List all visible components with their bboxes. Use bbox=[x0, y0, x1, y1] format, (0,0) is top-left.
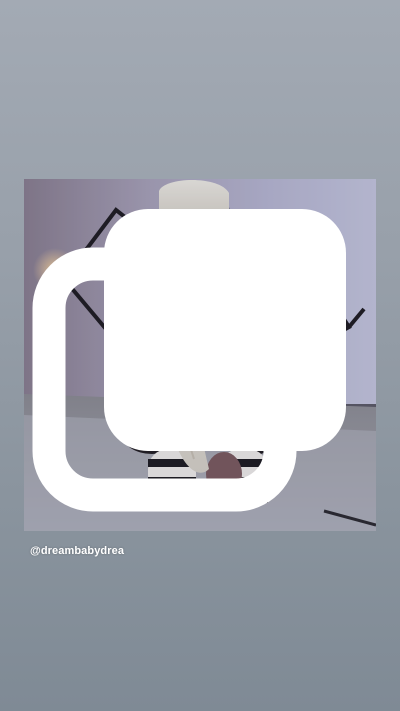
shared-post-image[interactable] bbox=[24, 179, 376, 531]
story-canvas: @dreambabydrea bbox=[0, 0, 400, 711]
multiple-images-icon bbox=[32, 209, 346, 512]
mention-sticker[interactable]: @dreambabydrea bbox=[30, 545, 124, 557]
